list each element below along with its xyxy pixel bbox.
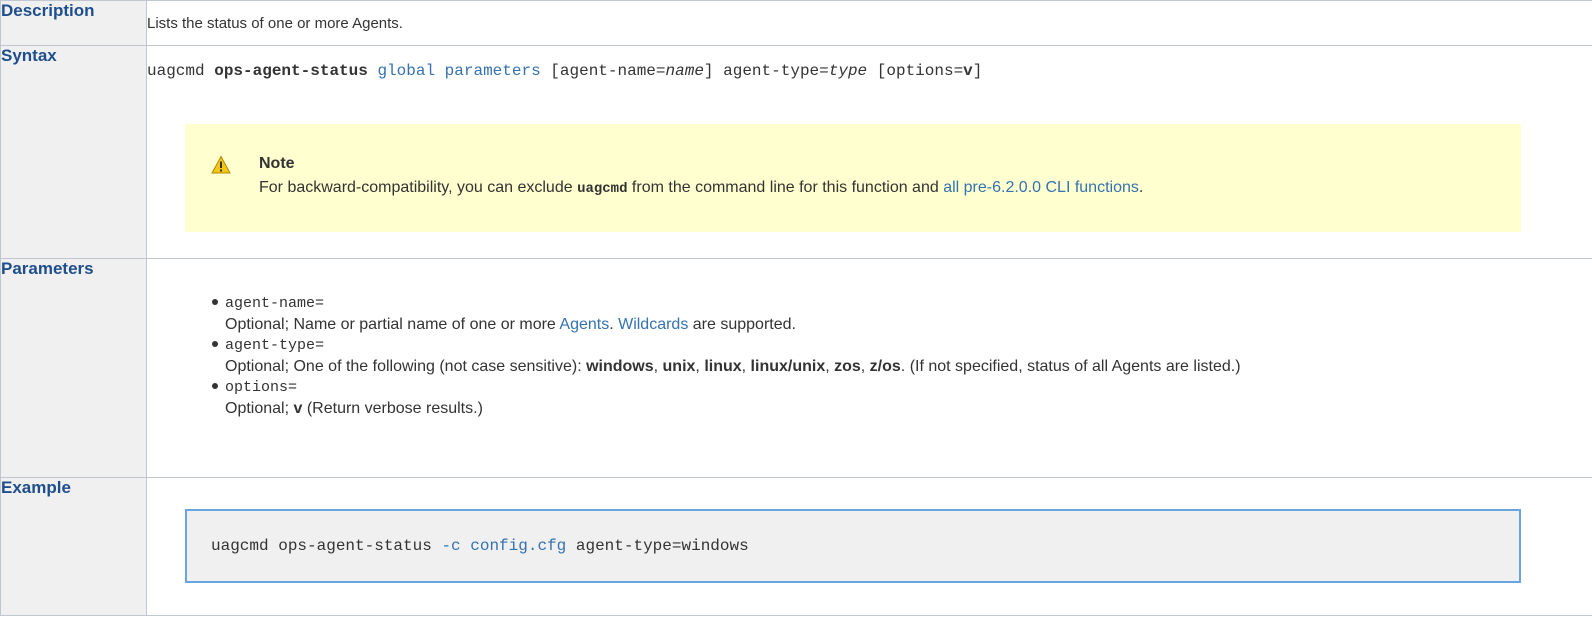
syntax-row: Syntax uagcmd ops-agent-status global pa… — [0, 45, 1592, 259]
param-name: agent-type= — [225, 337, 325, 354]
syntax-seg2: ] agent-type= — [703, 62, 829, 80]
example-cell: uagcmd ops-agent-status -c config.cfg ag… — [146, 477, 1592, 616]
param-name: options= — [225, 379, 298, 396]
syntax-space — [368, 62, 378, 80]
syntax-seg4: ] — [972, 62, 983, 80]
bullet-icon — [212, 299, 218, 305]
pre-620-cli-functions-link[interactable]: all pre-6.2.0.0 CLI functions — [943, 179, 1139, 196]
note-text1: For backward-compatibility, you can excl… — [259, 179, 578, 196]
param-description: Optional; One of the following (not case… — [225, 356, 1592, 377]
note-panel: Note For backward-compatibility, you can… — [185, 124, 1521, 232]
syntax-line: uagcmd ops-agent-status global parameter… — [147, 46, 1592, 80]
param-desc-text: (Return verbose results.) — [302, 400, 483, 417]
param-desc-text: . — [609, 316, 619, 333]
separator: , — [825, 358, 835, 375]
description-header: Description — [0, 0, 147, 46]
syntax-cmd: uagcmd — [147, 62, 215, 80]
agents-link[interactable]: Agents — [559, 316, 609, 333]
example-header: Example — [0, 477, 147, 616]
param-desc-text: Optional; One of the following (not case… — [225, 358, 587, 375]
wildcards-link[interactable]: Wildcards — [618, 316, 688, 333]
example-row: Example uagcmd ops-agent-status -c confi… — [0, 477, 1592, 616]
bullet-icon — [212, 383, 218, 389]
separator: , — [695, 358, 705, 375]
warning-icon — [211, 155, 231, 174]
separator: , — [653, 358, 663, 375]
syntax-header: Syntax — [0, 45, 147, 259]
syntax-v-option: v — [963, 62, 973, 80]
value-unix: unix — [662, 358, 696, 375]
parameters-row: Parameters agent-name= Optional; Name or… — [0, 258, 1592, 478]
bullet-icon — [212, 341, 218, 347]
param-desc-text: Optional; Name or partial name of one or… — [225, 316, 560, 333]
param-desc-text: Optional; — [225, 400, 294, 417]
syntax-type-var: type — [828, 62, 868, 80]
code-text: uagcmd ops-agent-status — [211, 537, 442, 555]
example-code: uagcmd ops-agent-status -c config.cfg ag… — [211, 537, 749, 555]
list-item: options= Optional; v (Return verbose res… — [212, 377, 1592, 419]
note-body: For backward-compatibility, you can excl… — [259, 179, 1143, 197]
param-desc-text: are supported. — [688, 316, 796, 333]
param-description: Optional; Name or partial name of one or… — [225, 314, 1592, 335]
syntax-cell: uagcmd ops-agent-status global parameter… — [146, 45, 1592, 259]
note-text2: from the command line for this function … — [627, 179, 944, 196]
param-description: Optional; v (Return verbose results.) — [225, 398, 1592, 419]
syntax-seg3: [options= — [867, 62, 964, 80]
separator: , — [860, 358, 870, 375]
code-block: uagcmd ops-agent-status -c config.cfg ag… — [185, 509, 1521, 583]
parameters-list: agent-name= Optional; Name or partial na… — [147, 293, 1592, 419]
separator: , — [741, 358, 751, 375]
note-code: uagcmd — [577, 181, 628, 197]
list-item: agent-type= Optional; One of the followi… — [212, 335, 1592, 377]
value-zos: zos — [834, 358, 861, 375]
value-linux: linux — [704, 358, 742, 375]
parameters-cell: agent-name= Optional; Name or partial na… — [146, 258, 1592, 478]
global-parameters-link[interactable]: global parameters — [377, 62, 540, 80]
parameters-header: Parameters — [0, 258, 147, 478]
syntax-operation: ops-agent-status — [214, 62, 368, 80]
syntax-name-var: name — [665, 62, 704, 80]
config-flag-link[interactable]: -c — [441, 537, 460, 555]
description-cell: Lists the status of one or more Agents. — [146, 0, 1592, 46]
param-name: agent-name= — [225, 295, 325, 312]
param-desc-text: . (If not specified, status of all Agent… — [900, 358, 1241, 375]
list-item: agent-name= Optional; Name or partial na… — [212, 293, 1592, 335]
description-text: Lists the status of one or more Agents. — [147, 15, 403, 32]
config-file-link[interactable]: config.cfg — [470, 537, 566, 555]
value-z-os: z/os — [869, 358, 901, 375]
description-row: Description Lists the status of one or m… — [0, 0, 1592, 46]
value-linux-unix: linux/unix — [750, 358, 826, 375]
value-windows: windows — [586, 358, 654, 375]
note-text3: . — [1138, 179, 1144, 196]
syntax-seg1: [agent-name= — [540, 62, 666, 80]
note-title: Note — [259, 155, 295, 172]
code-text: agent-type=windows — [566, 537, 749, 555]
command-reference-table: Description Lists the status of one or m… — [0, 0, 1592, 616]
